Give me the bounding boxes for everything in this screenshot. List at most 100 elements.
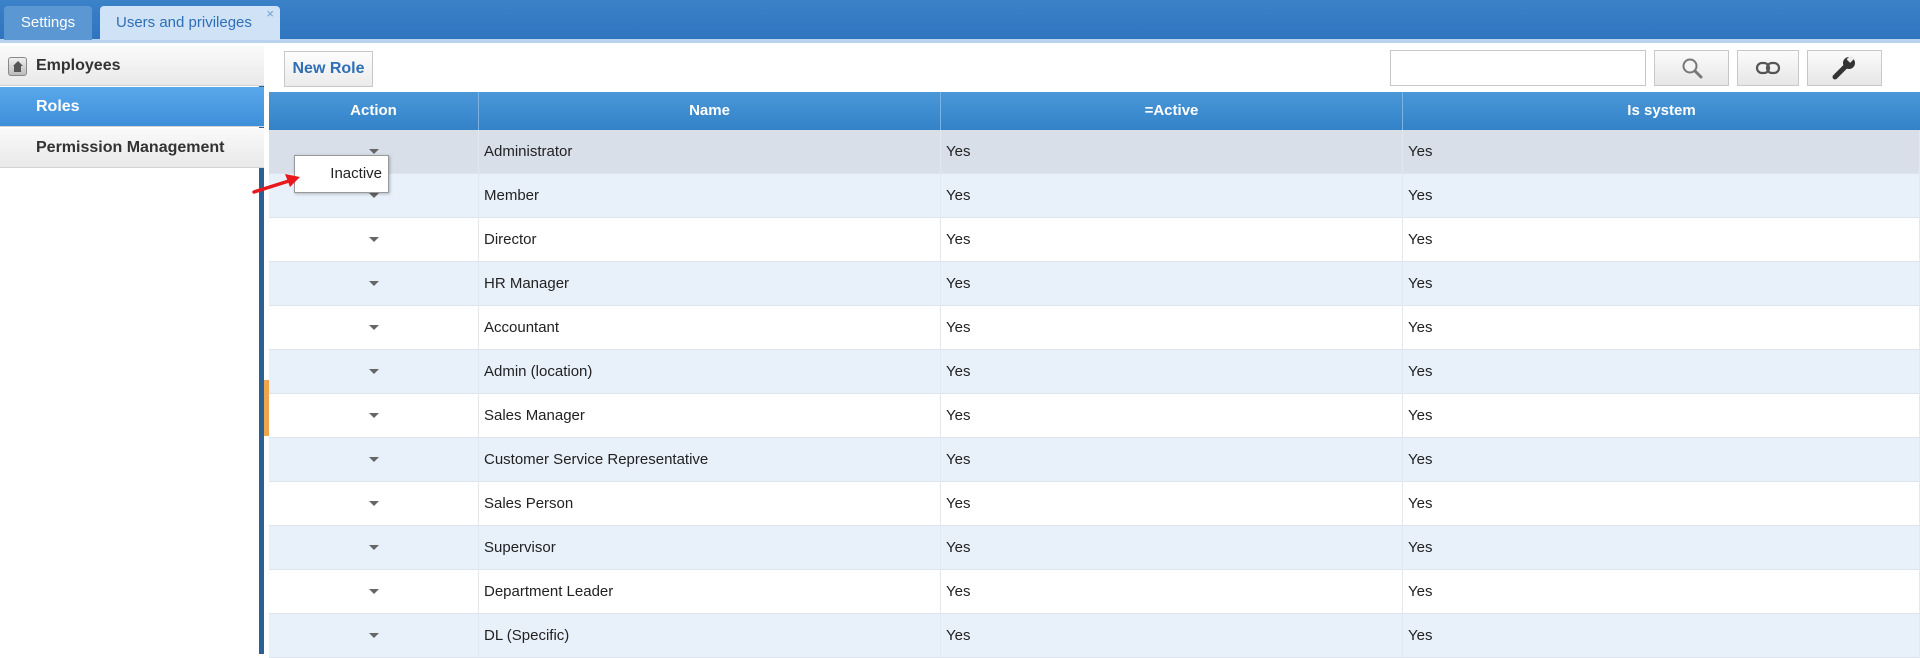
name-cell: Sales Manager	[479, 394, 941, 438]
name-cell: DL (Specific)	[479, 614, 941, 658]
menu-item-inactive[interactable]: Inactive	[330, 156, 382, 192]
action-cell	[269, 350, 479, 394]
column-header-action[interactable]: Action	[269, 92, 479, 130]
active-cell: Yes	[941, 482, 1403, 526]
action-cell	[269, 614, 479, 658]
settings-button[interactable]	[1807, 50, 1882, 86]
close-icon[interactable]: ×	[266, 0, 274, 31]
search-input[interactable]	[1390, 50, 1646, 86]
chevron-down-icon[interactable]	[369, 325, 379, 330]
active-cell: Yes	[941, 438, 1403, 482]
column-header-is-system[interactable]: Is system	[1403, 92, 1920, 130]
chevron-down-icon[interactable]	[369, 501, 379, 506]
is-system-cell: Yes	[1403, 350, 1920, 394]
active-cell: Yes	[941, 526, 1403, 570]
name-cell: Accountant	[479, 306, 941, 350]
table-row[interactable]: Accountant Yes Yes	[269, 306, 1920, 350]
table-row[interactable]: Customer Service Representative Yes Yes	[269, 438, 1920, 482]
search-icon	[1682, 58, 1702, 79]
sidebar-item-label: Roles	[36, 98, 80, 115]
column-header-active[interactable]: =Active	[941, 92, 1403, 130]
sidebar: Employees Roles Permission Management	[0, 46, 264, 654]
sidebar-item-permission-management[interactable]: Permission Management	[0, 128, 264, 168]
active-cell: Yes	[941, 614, 1403, 658]
action-cell	[269, 306, 479, 350]
action-cell	[269, 394, 479, 438]
tab-settings[interactable]: Settings	[4, 6, 92, 40]
name-cell: Sales Person	[479, 482, 941, 526]
active-cell: Yes	[941, 218, 1403, 262]
sidebar-item-label: Permission Management	[36, 139, 225, 156]
chevron-down-icon[interactable]	[369, 413, 379, 418]
search-button[interactable]	[1654, 50, 1729, 86]
tab-label: Users and privileges	[116, 14, 252, 31]
column-header-name[interactable]: Name	[479, 92, 941, 130]
active-cell: Yes	[941, 306, 1403, 350]
chevron-down-icon[interactable]	[369, 369, 379, 374]
name-cell: Supervisor	[479, 526, 941, 570]
is-system-cell: Yes	[1403, 306, 1920, 350]
is-system-cell: Yes	[1403, 526, 1920, 570]
chevron-down-icon[interactable]	[369, 149, 379, 154]
active-cell: Yes	[941, 570, 1403, 614]
table-row[interactable]: Member Yes Yes	[269, 174, 1920, 218]
action-cell	[269, 262, 479, 306]
action-cell	[269, 482, 479, 526]
table-row[interactable]: Sales Manager Yes Yes	[269, 394, 1920, 438]
name-cell: Customer Service Representative	[479, 438, 941, 482]
sidebar-item-label: Employees	[36, 57, 121, 74]
table-row[interactable]: DL (Specific) Yes Yes	[269, 614, 1920, 658]
active-cell: Yes	[941, 350, 1403, 394]
table-row[interactable]: Sales Person Yes Yes	[269, 482, 1920, 526]
table-row[interactable]: Administrator Yes Yes	[269, 130, 1920, 174]
is-system-cell: Yes	[1403, 262, 1920, 306]
name-cell: Director	[479, 218, 941, 262]
chevron-down-icon[interactable]	[369, 545, 379, 550]
chevron-down-icon[interactable]	[369, 457, 379, 462]
is-system-cell: Yes	[1403, 218, 1920, 262]
chevron-down-icon[interactable]	[369, 237, 379, 242]
active-cell: Yes	[941, 174, 1403, 218]
name-cell: Member	[479, 174, 941, 218]
toolbar: New Role	[269, 46, 1920, 92]
active-cell: Yes	[941, 262, 1403, 306]
action-cell	[269, 526, 479, 570]
sidebar-item-employees[interactable]: Employees	[0, 46, 264, 86]
wrench-icon	[1832, 55, 1855, 80]
chevron-down-icon[interactable]	[369, 589, 379, 594]
action-cell	[269, 438, 479, 482]
link-button[interactable]	[1737, 50, 1799, 86]
action-popup-menu: Inactive	[294, 155, 389, 193]
is-system-cell: Yes	[1403, 394, 1920, 438]
table-row[interactable]: HR Manager Yes Yes	[269, 262, 1920, 306]
is-system-cell: Yes	[1403, 438, 1920, 482]
table-row[interactable]: Supervisor Yes Yes	[269, 526, 1920, 570]
name-cell: Department Leader	[479, 570, 941, 614]
table-row[interactable]: Director Yes Yes	[269, 218, 1920, 262]
action-cell	[269, 218, 479, 262]
active-cell: Yes	[941, 394, 1403, 438]
new-role-button[interactable]: New Role	[284, 51, 373, 87]
is-system-cell: Yes	[1403, 130, 1920, 174]
active-cell: Yes	[941, 130, 1403, 174]
sidebar-item-roles[interactable]: Roles	[0, 87, 264, 127]
table-row[interactable]: Department Leader Yes Yes	[269, 570, 1920, 614]
link-icon	[1755, 61, 1781, 75]
table-header: Action Name =Active Is system	[269, 92, 1920, 130]
top-tab-bar: Settings Users and privileges ×	[0, 0, 1920, 43]
is-system-cell: Yes	[1403, 570, 1920, 614]
action-cell	[269, 570, 479, 614]
annotation-arrow-icon	[252, 174, 300, 194]
chevron-down-icon[interactable]	[369, 633, 379, 638]
chevron-down-icon[interactable]	[369, 193, 379, 198]
name-cell: Admin (location)	[479, 350, 941, 394]
home-icon	[8, 57, 27, 76]
main-panel: New Role Action Name =Active Is system A…	[269, 46, 1920, 658]
is-system-cell: Yes	[1403, 174, 1920, 218]
name-cell: HR Manager	[479, 262, 941, 306]
name-cell: Administrator	[479, 130, 941, 174]
tab-users-and-privileges[interactable]: Users and privileges ×	[100, 6, 280, 40]
chevron-down-icon[interactable]	[369, 281, 379, 286]
table-row[interactable]: Admin (location) Yes Yes	[269, 350, 1920, 394]
is-system-cell: Yes	[1403, 614, 1920, 658]
